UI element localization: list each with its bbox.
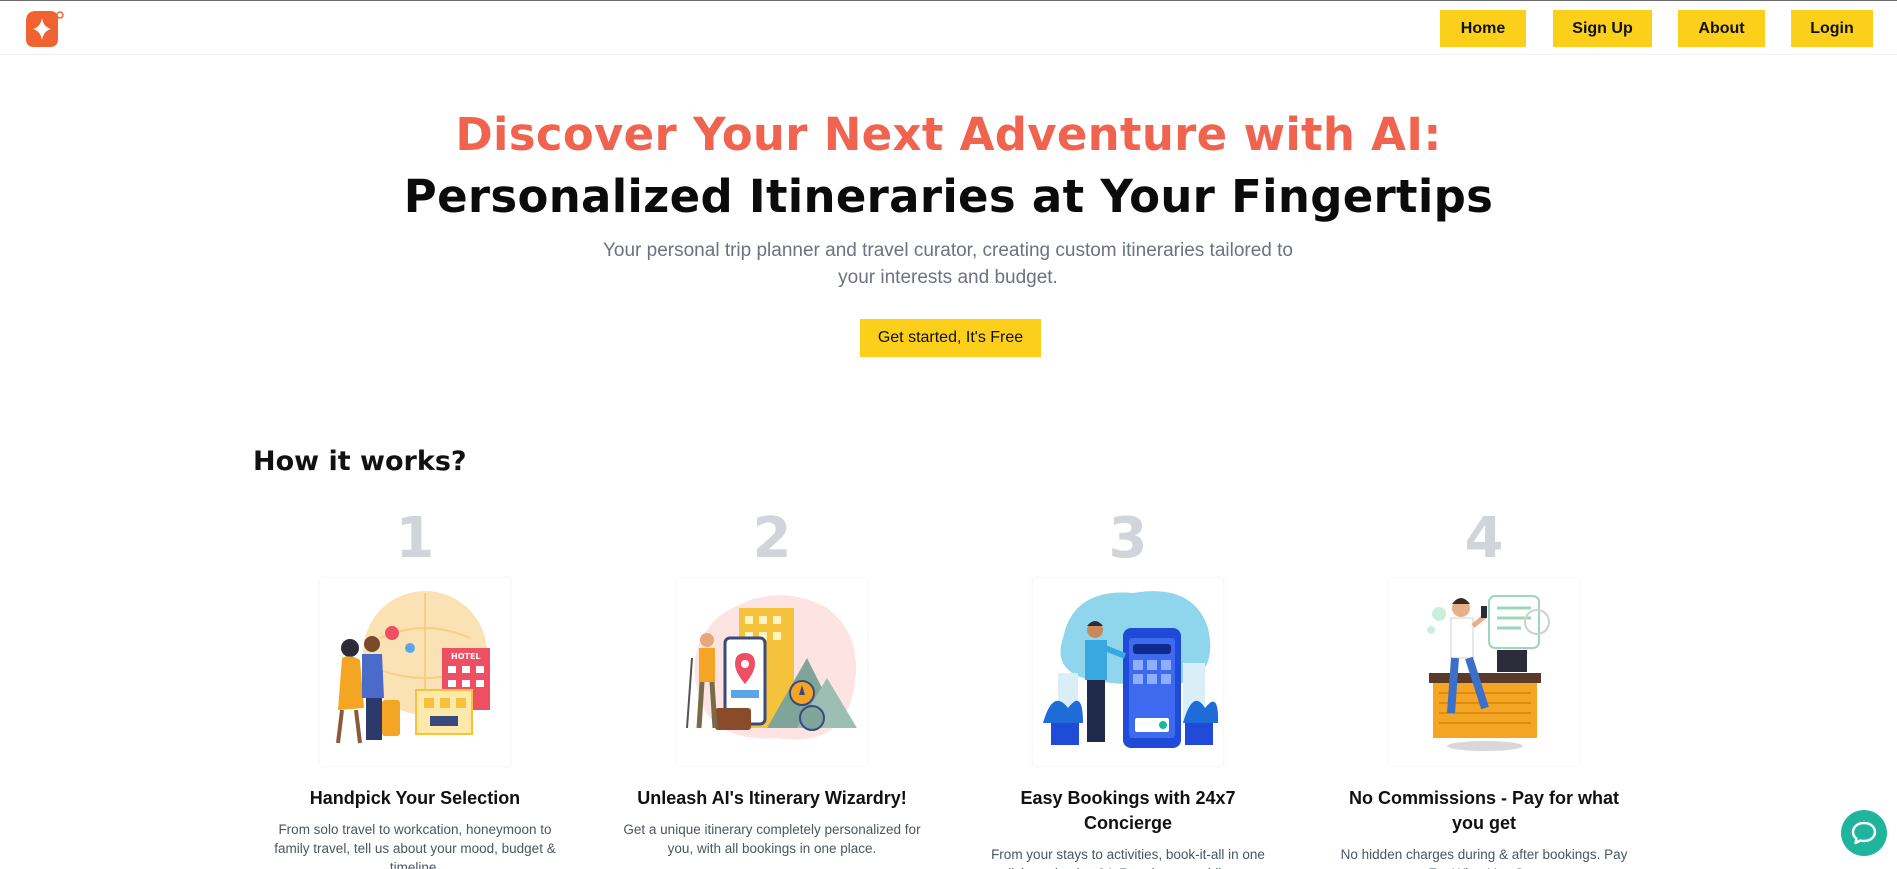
hero-subtitle: Your personal trip planner and travel cu… [602,240,1293,288]
star-logo-icon[interactable] [24,9,66,49]
step-title: Easy Bookings with 24x7 Concierge [1020,788,1236,833]
chat-bubble-icon[interactable] [1841,810,1887,856]
step-number: 3 [1108,506,1148,571]
hero-title-line2: Personalized Itineraries at Your Fingert… [403,170,1494,223]
navbar: Home Sign Up About Login [0,1,1897,55]
nav-about-button[interactable]: About [1678,10,1765,47]
step-card-3: 3 Easy Bookings with 24x7 Concierge From… [978,505,1278,869]
svg-text:HOTEL: HOTEL [451,652,481,661]
step-number: 4 [1464,506,1504,571]
hero-title-line1: Discover Your Next Adventure with AI: [455,108,1442,161]
step-card-1: 1 HOTEL Handpick Your Selection From sol… [265,505,565,869]
step-title: Handpick Your Selection [309,788,521,808]
step-number: 2 [752,506,792,571]
couple-travel-hotel-illustration: HOTEL [320,578,510,766]
step-number: 1 [395,506,435,571]
nav-home-button[interactable]: Home [1440,10,1526,47]
step-title: No Commissions - Pay for what you get [1348,788,1620,833]
how-it-works-title: How it works? [253,446,467,477]
man-desk-payment-illustration [1389,578,1579,766]
step-card-4: 4 No Commissions - Pay for what you get … [1334,505,1634,869]
nav-signup-button[interactable]: Sign Up [1553,10,1652,47]
step-title: Unleash AI's Itinerary Wizardry! [637,788,907,808]
nav-login-button[interactable]: Login [1791,10,1873,47]
step-description: No hidden charges during & after booking… [1340,847,1628,869]
hiker-map-pin-illustration [677,578,867,766]
step-description: From your stays to activities, book-it-a… [991,847,1265,869]
step-description: From solo travel to workcation, honeymoo… [274,822,556,869]
man-phone-booking-illustration [1033,578,1223,766]
step-card-2: 2 Unleash AI's Itinerary Wizardry! Get a… [622,505,922,858]
step-description: Get a unique itinerary completely person… [623,822,921,856]
get-started-button[interactable]: Get started, It's Free [860,319,1041,357]
